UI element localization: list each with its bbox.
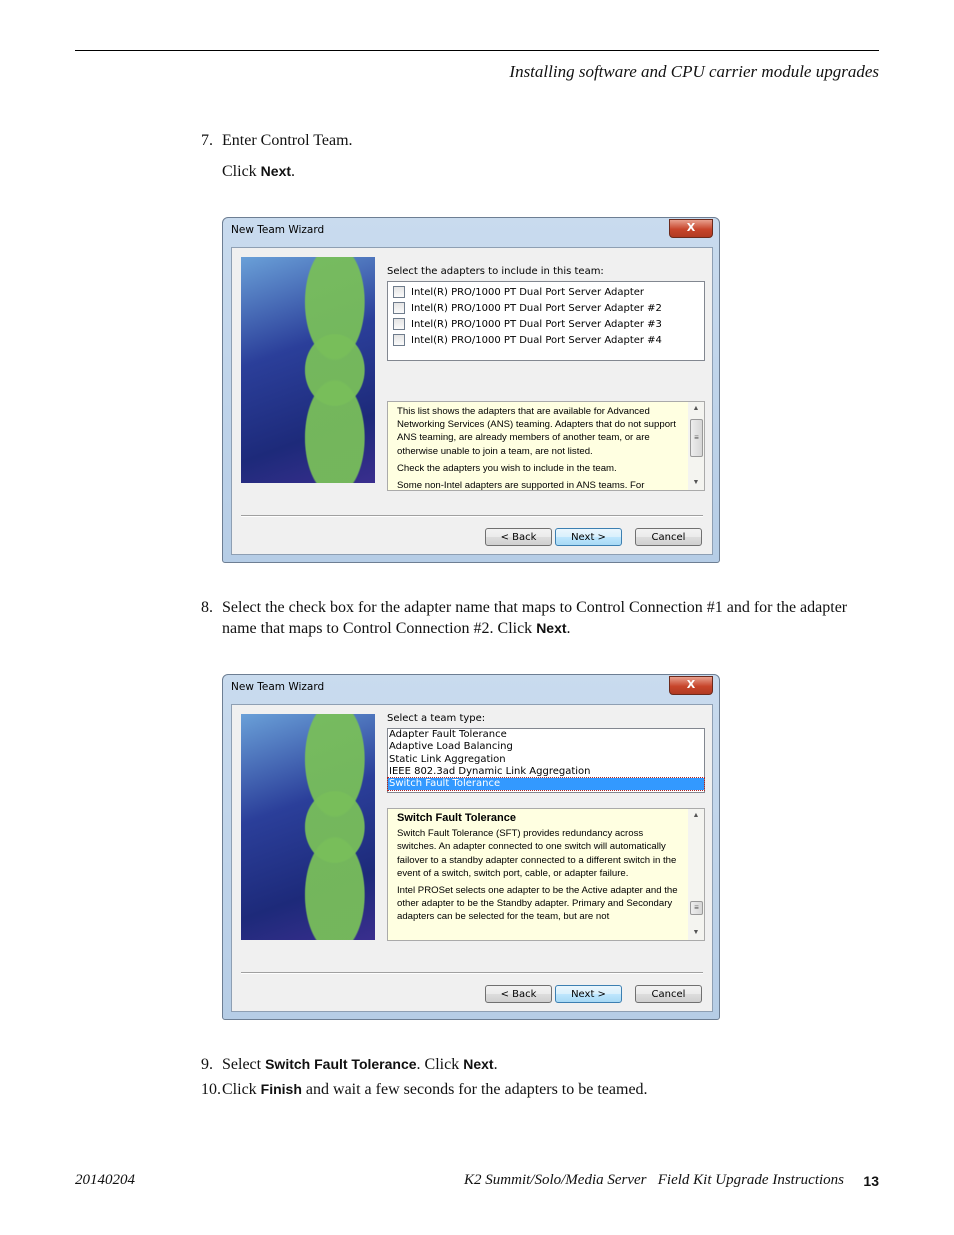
checkbox[interactable] [393, 302, 405, 314]
header-rule [75, 50, 879, 51]
ui-term: Next [536, 620, 567, 636]
dialog-title: New Team Wizard [231, 224, 325, 236]
vertical-scrollbar[interactable]: ▲ ≡ ▼ [688, 809, 704, 940]
info-text: Check the adapters you wish to include i… [397, 462, 617, 474]
dialog-client: Select the adapters to include in this t… [231, 247, 713, 555]
close-button[interactable]: X [669, 676, 713, 695]
adapter-item[interactable]: Intel(R) PRO/1000 PT Dual Port Server Ad… [388, 316, 704, 332]
new-team-wizard-dialog-adapters: New Team Wizard X Select the adapters to… [222, 217, 720, 563]
adapter-item[interactable]: Intel(R) PRO/1000 PT Dual Port Server Ad… [388, 284, 704, 300]
team-type-option[interactable]: Static Link Aggregation [388, 754, 704, 766]
adapter-item[interactable]: Intel(R) PRO/1000 PT Dual Port Server Ad… [388, 332, 704, 348]
scroll-down-icon[interactable]: ▼ [688, 476, 704, 490]
network-adapters-image [241, 714, 375, 940]
ui-term: Finish [260, 1081, 302, 1097]
separator [241, 972, 703, 974]
back-button[interactable]: < Back [485, 528, 552, 546]
ui-term: Switch Fault Tolerance [265, 1056, 417, 1072]
checkbox[interactable] [393, 286, 405, 298]
step-number: 10. [201, 1081, 221, 1098]
scroll-thumb[interactable]: ≡ [690, 901, 703, 915]
adapters-label: Select the adapters to include in this t… [387, 266, 604, 277]
next-button[interactable]: Next > [555, 985, 622, 1003]
step-7: 7. Enter Control Team. [201, 130, 353, 151]
cancel-button[interactable]: Cancel [635, 985, 702, 1003]
step-number: 7. [201, 132, 213, 149]
scroll-thumb[interactable]: ≡ [690, 419, 703, 457]
team-type-info-panel: Switch Fault Tolerance Switch Fault Tole… [387, 808, 705, 941]
scroll-up-icon[interactable]: ▲ [688, 809, 704, 823]
step-text: . [291, 163, 296, 180]
step-text: and wait a few seconds for the adapters … [301, 1081, 648, 1098]
step-text: Click [222, 1081, 261, 1098]
step-number: 8. [201, 599, 213, 616]
dialog-client: Select a team type: Adapter Fault Tolera… [231, 704, 713, 1012]
footer-date: 20140204 [75, 1172, 135, 1188]
adapter-name: Intel(R) PRO/1000 PT Dual Port Server Ad… [411, 302, 662, 314]
network-adapters-image [241, 257, 375, 483]
team-type-option[interactable]: Adaptive Load Balancing [388, 741, 704, 753]
step-10: 10. Click Finish and wait a few seconds … [201, 1079, 648, 1100]
adapter-item[interactable]: Intel(R) PRO/1000 PT Dual Port Server Ad… [388, 300, 704, 316]
info-heading: Switch Fault Tolerance [397, 812, 516, 824]
team-type-option[interactable]: Adapter Fault Tolerance [388, 729, 704, 741]
info-text: This list shows the adapters that are av… [397, 406, 676, 457]
running-head: Installing software and CPU carrier modu… [509, 62, 879, 81]
step-8: 8. Select the check box for the adapter … [201, 597, 848, 639]
footer-title: K2 Summit/Solo/Media Server Field Kit Up… [464, 1172, 844, 1188]
scroll-up-icon[interactable]: ▲ [688, 402, 704, 416]
step-text: Select [222, 1056, 266, 1073]
step-7-click: Click Next. [222, 161, 295, 182]
page-number: 13 [863, 1173, 879, 1189]
vertical-scrollbar[interactable]: ▲ ≡ ▼ [688, 402, 704, 490]
separator [241, 515, 703, 517]
step-text: . [566, 620, 571, 637]
team-type-listbox[interactable]: Adapter Fault Tolerance Adaptive Load Ba… [387, 728, 705, 793]
close-icon: X [686, 221, 696, 234]
step-text: Click [222, 163, 261, 180]
close-icon: X [686, 678, 696, 691]
adapter-name: Intel(R) PRO/1000 PT Dual Port Server Ad… [411, 334, 662, 346]
close-button[interactable]: X [669, 219, 713, 238]
info-text: Some non-Intel adapters are supported in… [397, 480, 645, 491]
step-text: Select the check box for the adapter nam… [222, 599, 848, 616]
step-text: name that maps to Control Connection #2.… [222, 620, 537, 637]
team-type-label: Select a team type: [387, 713, 486, 724]
team-type-option-selected[interactable]: Switch Fault Tolerance [387, 777, 705, 792]
step-9: 9. Select Switch Fault Tolerance. Click … [201, 1054, 498, 1075]
next-button[interactable]: Next > [555, 528, 622, 546]
dialog-title: New Team Wizard [231, 681, 325, 693]
ui-term: Next [463, 1056, 494, 1072]
adapters-info-panel: This list shows the adapters that are av… [387, 401, 705, 491]
step-text: . [493, 1056, 498, 1073]
info-text: Intel PROSet selects one adapter to be t… [397, 885, 678, 923]
back-button[interactable]: < Back [485, 985, 552, 1003]
ui-term: Next [260, 163, 292, 179]
step-text: . Click [416, 1056, 464, 1073]
info-text: Switch Fault Tolerance (SFT) provides re… [397, 828, 677, 879]
step-number: 9. [201, 1056, 213, 1073]
adapter-name: Intel(R) PRO/1000 PT Dual Port Server Ad… [411, 318, 662, 330]
step-text: Enter Control Team. [222, 132, 353, 149]
adapters-checklist: Intel(R) PRO/1000 PT Dual Port Server Ad… [387, 281, 705, 361]
checkbox[interactable] [393, 318, 405, 330]
adapter-name: Intel(R) PRO/1000 PT Dual Port Server Ad… [411, 286, 645, 298]
scroll-down-icon[interactable]: ▼ [688, 926, 704, 940]
cancel-button[interactable]: Cancel [635, 528, 702, 546]
team-type-option[interactable]: IEEE 802.3ad Dynamic Link Aggregation [388, 766, 704, 778]
new-team-wizard-dialog-team-type: New Team Wizard X Select a team type: Ad… [222, 674, 720, 1020]
checkbox[interactable] [393, 334, 405, 346]
